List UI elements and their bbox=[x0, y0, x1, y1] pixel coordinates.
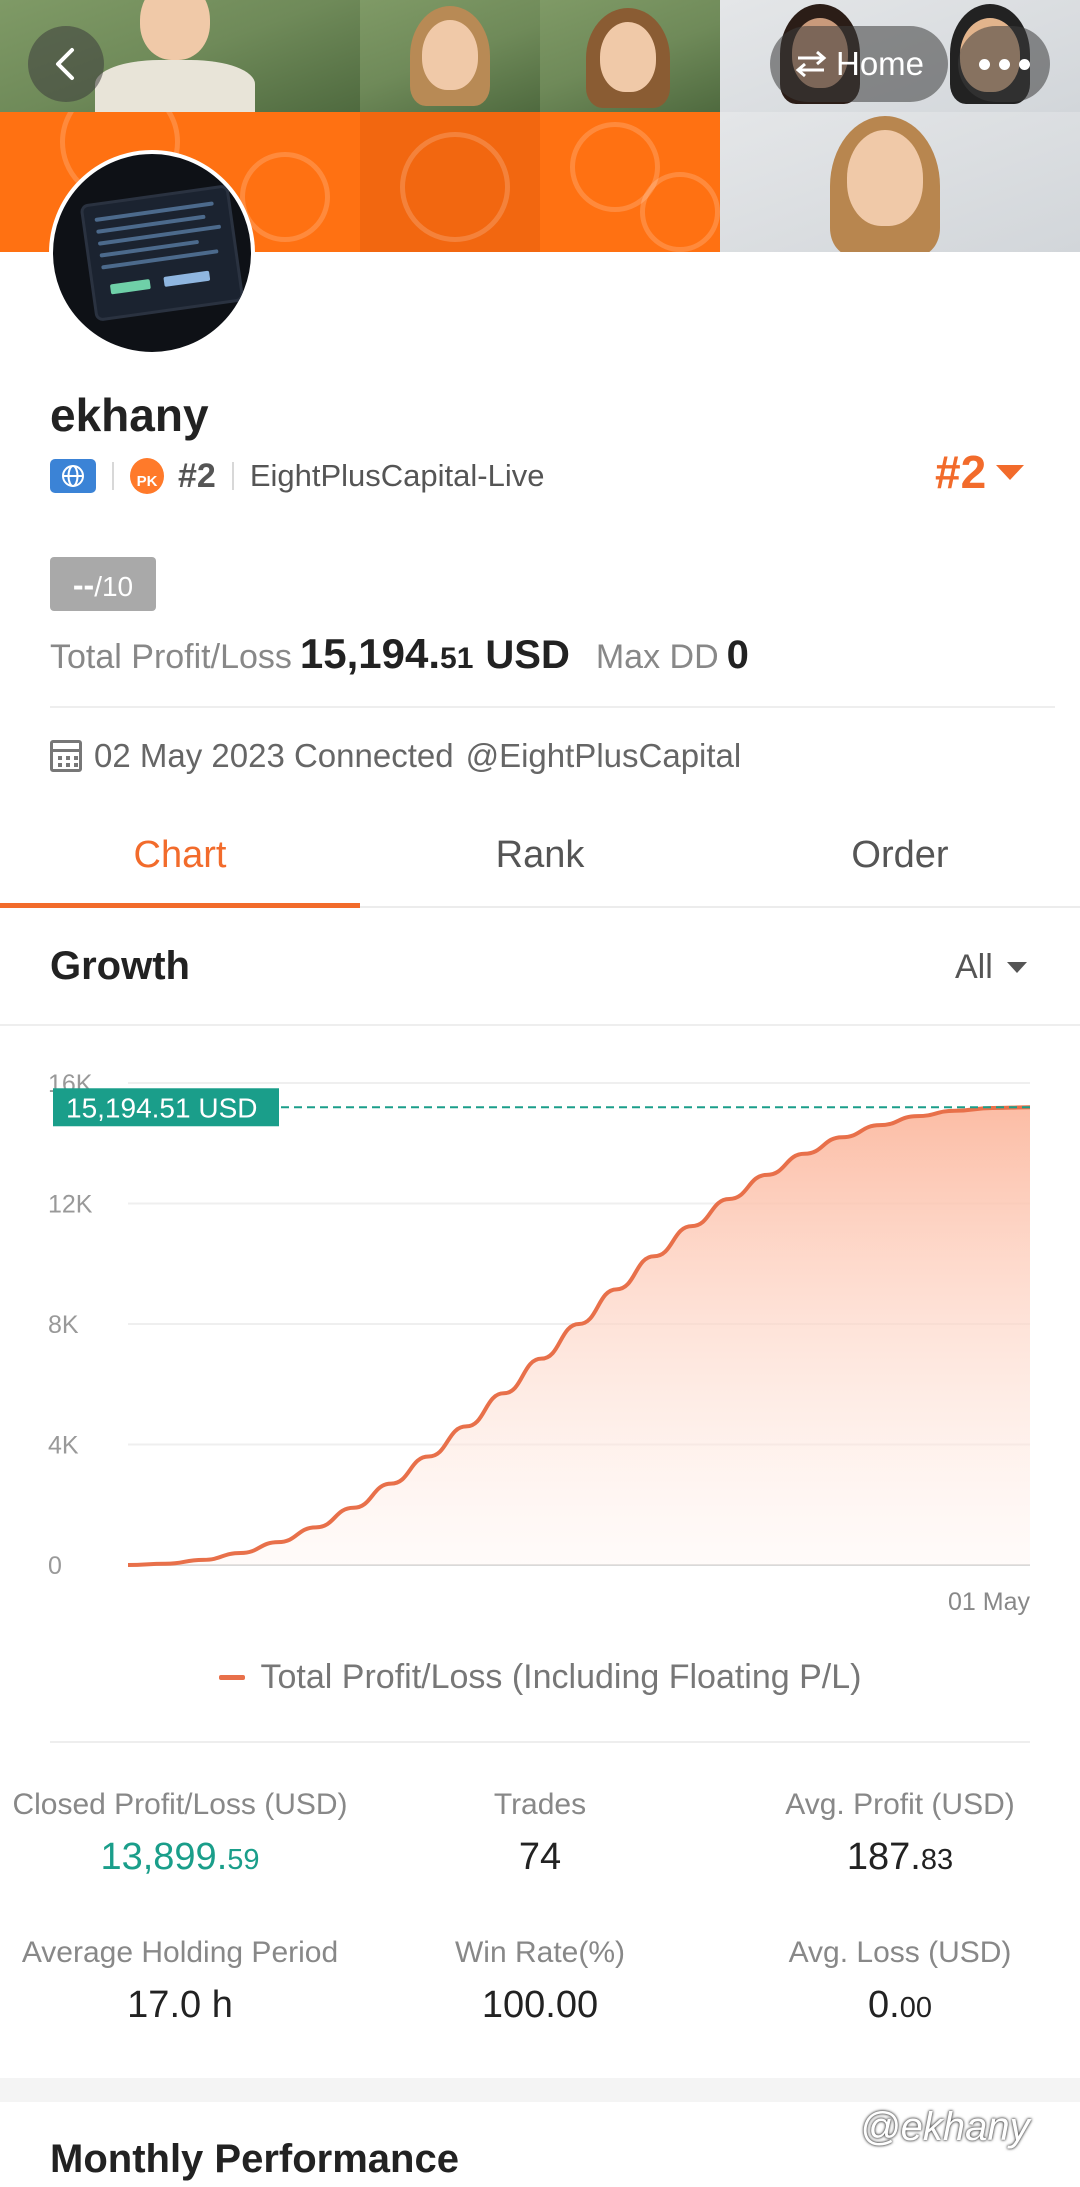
tab-bar: Chart Rank Order bbox=[0, 810, 1080, 908]
avg-profit-value: 187.83 bbox=[846, 1836, 954, 1878]
chart-area-fill bbox=[128, 1107, 1030, 1565]
banner-photo-smiling-woman bbox=[720, 112, 1080, 252]
banner-tile-orange-dark bbox=[360, 112, 540, 252]
calendar-icon bbox=[50, 740, 82, 772]
connected-handle[interactable]: @EightPlusCapital bbox=[466, 737, 742, 775]
trades-label: Trades bbox=[493, 1788, 587, 1821]
score-denominator: /10 bbox=[94, 571, 134, 602]
y-tick-label: 8K bbox=[48, 1311, 79, 1339]
stat-avg-loss: Avg. Loss (USD) 0.00 bbox=[720, 1936, 1080, 2027]
score-badge: -- /10 bbox=[50, 557, 156, 611]
score-value: -- bbox=[72, 567, 95, 603]
chart-legend: Total Profit/Loss (Including Floating P/… bbox=[0, 1658, 1080, 1697]
username: ekhany bbox=[50, 389, 209, 441]
legend-label: Total Profit/Loss (Including Floating P/… bbox=[260, 1658, 862, 1696]
total-profit-line: Total Profit/Loss 15,194. 51 USD Max DD … bbox=[50, 630, 749, 678]
legend-swatch bbox=[218, 1675, 245, 1680]
more-button[interactable] bbox=[958, 26, 1050, 102]
total-pl-currency: USD bbox=[485, 633, 570, 677]
win-rate-value: 100.00 bbox=[481, 1984, 599, 2026]
connected-info: 02 May 2023 Connected @EightPlusCapital bbox=[50, 737, 741, 775]
closed-pl-label: Closed Profit/Loss (USD) bbox=[12, 1788, 348, 1821]
ellipsis-icon bbox=[978, 58, 1030, 70]
swap-arrows-icon bbox=[795, 50, 827, 78]
total-pl-label: Total Profit/Loss bbox=[50, 638, 292, 676]
avg-profit-label: Avg. Profit (USD) bbox=[785, 1788, 1015, 1821]
max-dd-label: Max DD bbox=[595, 638, 719, 676]
section-gap bbox=[0, 2078, 1080, 2102]
avatar-tablet-image bbox=[79, 184, 245, 322]
home-button[interactable]: Home bbox=[770, 26, 948, 102]
stat-closed-pl: Closed Profit/Loss (USD) 13,899.59 bbox=[0, 1788, 360, 1879]
rank-big-label: #2 bbox=[935, 446, 987, 498]
monthly-performance-title: Monthly Performance bbox=[50, 2137, 459, 2181]
avg-loss-label: Avg. Loss (USD) bbox=[788, 1936, 1012, 1969]
y-tick-label: 0 bbox=[48, 1552, 62, 1580]
total-pl-int: 15,194. bbox=[299, 630, 441, 677]
closed-pl-value: 13,899.59 bbox=[100, 1836, 260, 1878]
tab-order[interactable]: Order bbox=[720, 810, 1080, 906]
pk-fire-icon: PK bbox=[130, 458, 164, 494]
banner-photo-woman-2 bbox=[540, 0, 720, 112]
globe-icon bbox=[50, 459, 96, 493]
profile-meta-row: PK #2 EightPlusCapital-Live bbox=[50, 456, 544, 496]
chevron-left-icon bbox=[56, 48, 74, 80]
back-button[interactable] bbox=[28, 26, 104, 102]
rank-dropdown[interactable]: #2 bbox=[935, 445, 1025, 499]
stat-trades: Trades 74 bbox=[360, 1788, 720, 1879]
caret-down-icon bbox=[996, 464, 1025, 480]
tab-rank[interactable]: Rank bbox=[360, 810, 720, 906]
divider bbox=[0, 1024, 1080, 1026]
stat-avg-profit: Avg. Profit (USD) 187.83 bbox=[720, 1788, 1080, 1879]
y-tick-label: 4K bbox=[48, 1432, 79, 1460]
trades-value: 74 bbox=[518, 1836, 562, 1878]
banner-tile-orange-2 bbox=[540, 112, 720, 252]
stat-win-rate: Win Rate(%) 100.00 bbox=[360, 1936, 720, 2027]
y-tick-label: 12K bbox=[48, 1191, 93, 1219]
x-tick-label: 01 May bbox=[948, 1588, 1030, 1616]
caret-down-icon bbox=[1006, 962, 1027, 973]
avatar[interactable] bbox=[49, 150, 255, 356]
current-value-label: 15,194.51 USD bbox=[66, 1092, 257, 1123]
rank-small: #2 bbox=[178, 456, 216, 495]
growth-chart[interactable]: 04K8K12K16K 15,194.51 USD 01 May bbox=[0, 1050, 1080, 1630]
growth-title: Growth bbox=[50, 944, 190, 988]
divider bbox=[50, 706, 1055, 708]
divider bbox=[50, 1741, 1030, 1743]
stat-holding-period: Average Holding Period 17.0 h bbox=[0, 1936, 360, 2027]
total-pl-dec: 51 bbox=[440, 642, 474, 675]
banner-photo-woman-1 bbox=[360, 0, 540, 112]
avg-loss-value: 0.00 bbox=[868, 1984, 932, 2026]
server-name: EightPlusCapital-Live bbox=[249, 458, 545, 493]
holding-value: 17.0 h bbox=[127, 1984, 233, 2026]
watermark: @ekhany bbox=[860, 2105, 1030, 2149]
max-dd-value: 0 bbox=[726, 633, 749, 677]
home-label: Home bbox=[835, 45, 925, 82]
holding-label: Average Holding Period bbox=[21, 1936, 339, 1969]
divider bbox=[231, 462, 234, 490]
connected-date: 02 May 2023 Connected bbox=[94, 737, 454, 774]
growth-filter-label: All bbox=[955, 948, 993, 986]
growth-filter-dropdown[interactable]: All bbox=[955, 948, 1027, 987]
divider bbox=[112, 462, 114, 490]
tab-chart[interactable]: Chart bbox=[0, 810, 360, 908]
win-rate-label: Win Rate(%) bbox=[454, 1936, 626, 1969]
